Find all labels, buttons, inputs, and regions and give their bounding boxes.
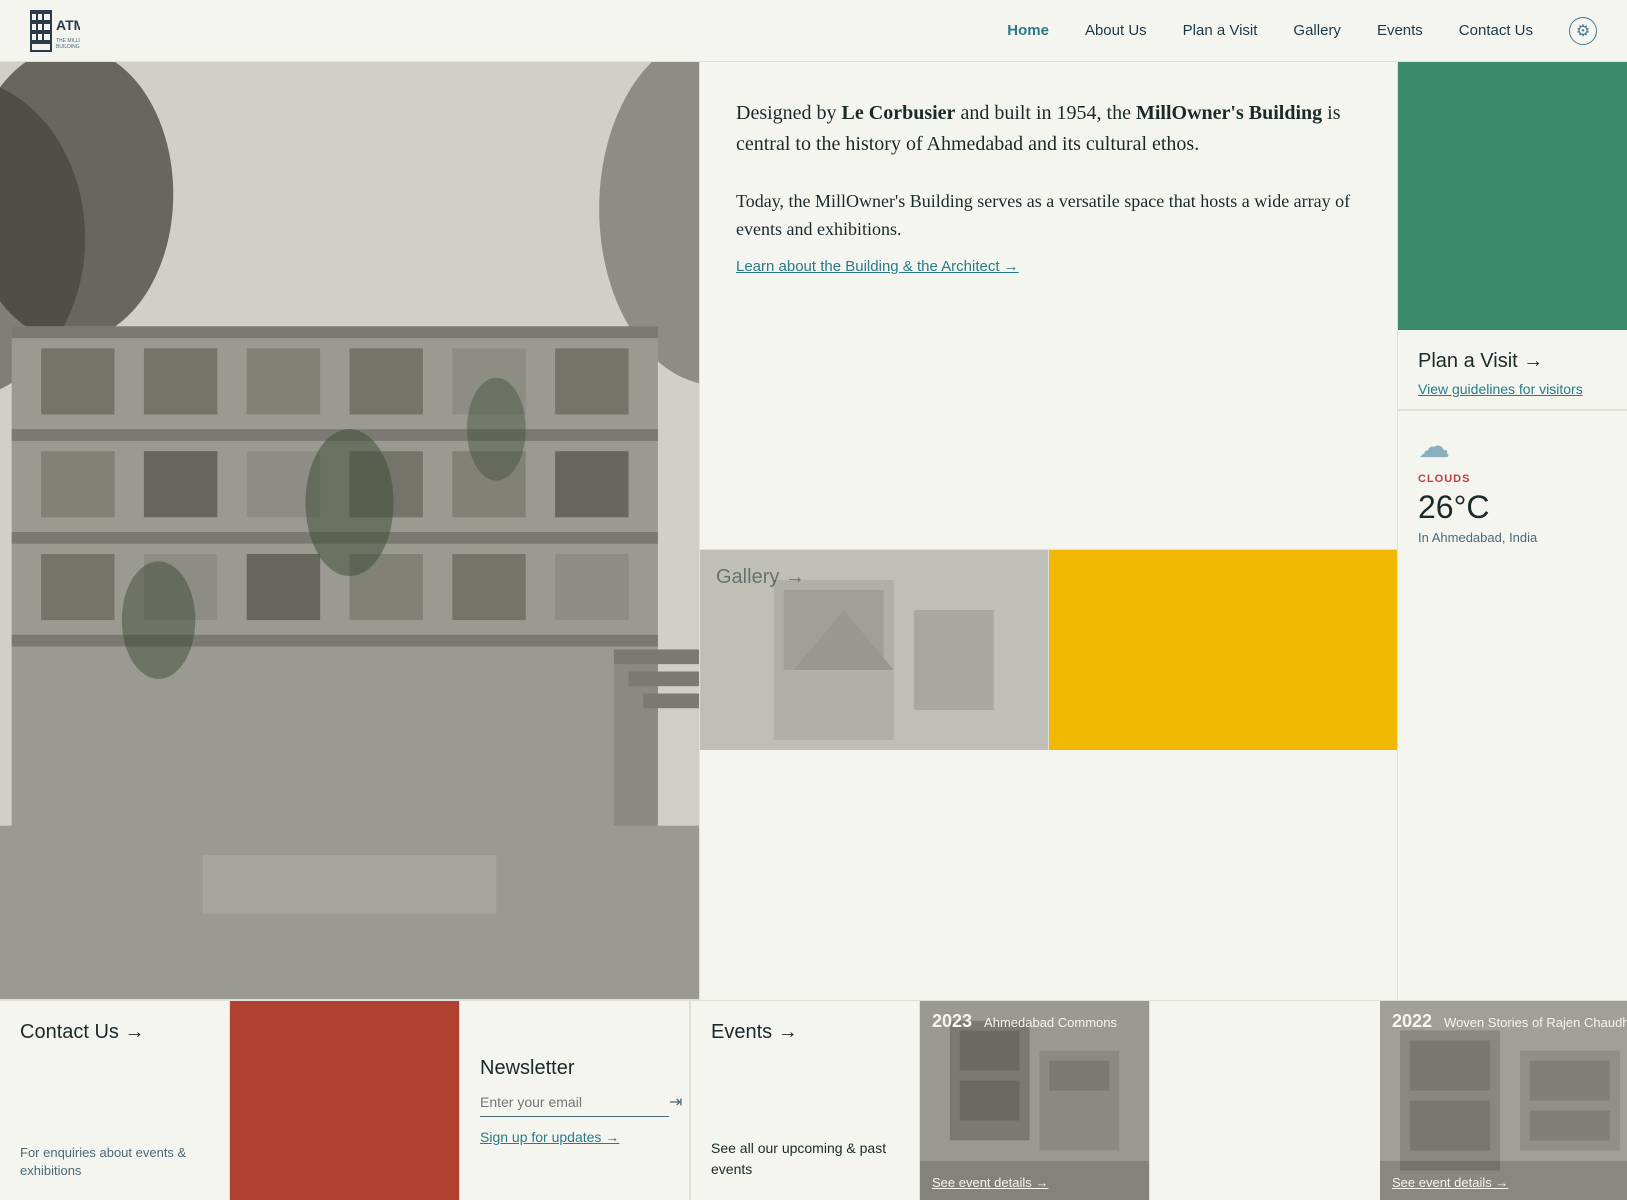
main-grid: Designed by Le Corbusier and built in 19… bbox=[0, 62, 1627, 1000]
event-2022-header: 2022 Woven Stories of Rajen Chaudhri bbox=[1392, 1011, 1627, 1032]
event-2023-header: 2023 Ahmedabad Commons bbox=[932, 1011, 1137, 1032]
main-description-1: Designed by Le Corbusier and built in 19… bbox=[736, 98, 1361, 160]
gallery-section: Gallery → bbox=[700, 550, 1397, 750]
nav-about[interactable]: About Us bbox=[1085, 22, 1147, 39]
right-column: Plan a Visit → View guidelines for visit… bbox=[1397, 62, 1627, 1000]
temperature-display: 26°C bbox=[1418, 489, 1607, 526]
nav-contact[interactable]: Contact Us bbox=[1459, 22, 1533, 39]
center-description: Designed by Le Corbusier and built in 19… bbox=[700, 62, 1397, 550]
event-card-2023[interactable]: 2023 Ahmedabad Commons See event details… bbox=[920, 1001, 1150, 1200]
event-2022-year: 2022 bbox=[1392, 1011, 1432, 1031]
nav-events[interactable]: Events bbox=[1377, 22, 1423, 39]
signup-link[interactable]: Sign up for updates → bbox=[480, 1129, 669, 1145]
see-all-events-text[interactable]: See all our upcoming & past events bbox=[711, 1138, 899, 1180]
events-card: Events → See all our upcoming & past eve… bbox=[690, 1001, 920, 1200]
nav-gallery[interactable]: Gallery bbox=[1293, 22, 1341, 39]
events-title[interactable]: Events → bbox=[711, 1021, 899, 1044]
event-2023-overlay: See event details → bbox=[920, 1161, 1149, 1200]
red-decorative-block bbox=[230, 1001, 460, 1200]
email-input-row: ⇥ bbox=[480, 1092, 669, 1117]
svg-text:BUILDING: BUILDING bbox=[56, 44, 80, 50]
contact-title[interactable]: Contact Us → bbox=[20, 1021, 209, 1044]
event-2023-name: Ahmedabad Commons bbox=[984, 1015, 1117, 1030]
view-guidelines-link[interactable]: View guidelines for visitors bbox=[1418, 381, 1607, 397]
newsletter-title: Newsletter bbox=[480, 1057, 669, 1080]
weather-card: ☁ CLOUDS 26°C In Ahmedabad, India bbox=[1398, 410, 1627, 1000]
input-icon: ⇥ bbox=[669, 1092, 682, 1112]
event-2022-name: Woven Stories of Rajen Chaudhri bbox=[1444, 1015, 1627, 1030]
event-2022-details-link[interactable]: See event details → bbox=[1392, 1175, 1627, 1190]
event-2023-details-link[interactable]: See event details → bbox=[932, 1175, 1137, 1190]
hero-image bbox=[0, 62, 700, 1000]
yellow-decorative-block bbox=[1049, 550, 1398, 750]
cloud-icon: ☁ bbox=[1418, 427, 1607, 465]
contact-subtitle: For enquiries about events & exhibitions bbox=[20, 1144, 209, 1180]
theme-toggle-button[interactable]: ⚙ bbox=[1569, 17, 1597, 45]
learn-link[interactable]: Learn about the Building & the Architect… bbox=[736, 258, 1019, 275]
event-card-2022[interactable]: 2022 Woven Stories of Rajen Chaudhri See… bbox=[1380, 1001, 1627, 1200]
logo[interactable]: ATMA THE MILLOWNER'S BUILDING bbox=[30, 10, 80, 52]
bottom-row: Contact Us → For enquiries about events … bbox=[0, 1000, 1627, 1200]
nav-home[interactable]: Home bbox=[1007, 22, 1049, 39]
event-2023-year: 2023 bbox=[932, 1011, 972, 1031]
email-input[interactable] bbox=[480, 1094, 661, 1110]
plan-visit-card: Plan a Visit → View guidelines for visit… bbox=[1398, 330, 1627, 410]
weather-location: In Ahmedabad, India bbox=[1418, 530, 1607, 545]
newsletter-card: Newsletter ⇥ Sign up for updates → bbox=[460, 1001, 690, 1200]
main-description-2: Today, the MillOwner's Building serves a… bbox=[736, 188, 1361, 244]
main-nav: Home About Us Plan a Visit Gallery Event… bbox=[1007, 17, 1597, 45]
weather-condition-label: CLOUDS bbox=[1418, 473, 1607, 485]
event-2022-overlay: See event details → bbox=[1380, 1161, 1627, 1200]
contact-card: Contact Us → For enquiries about events … bbox=[0, 1001, 230, 1200]
plan-visit-title[interactable]: Plan a Visit → bbox=[1418, 350, 1607, 373]
nav-plan-visit[interactable]: Plan a Visit bbox=[1183, 22, 1258, 39]
svg-text:ATMA: ATMA bbox=[56, 17, 80, 33]
logo-icon: ATMA THE MILLOWNER'S BUILDING bbox=[30, 10, 80, 52]
gallery-card[interactable]: Gallery → bbox=[700, 550, 1049, 750]
green-decorative-block bbox=[1398, 62, 1627, 330]
